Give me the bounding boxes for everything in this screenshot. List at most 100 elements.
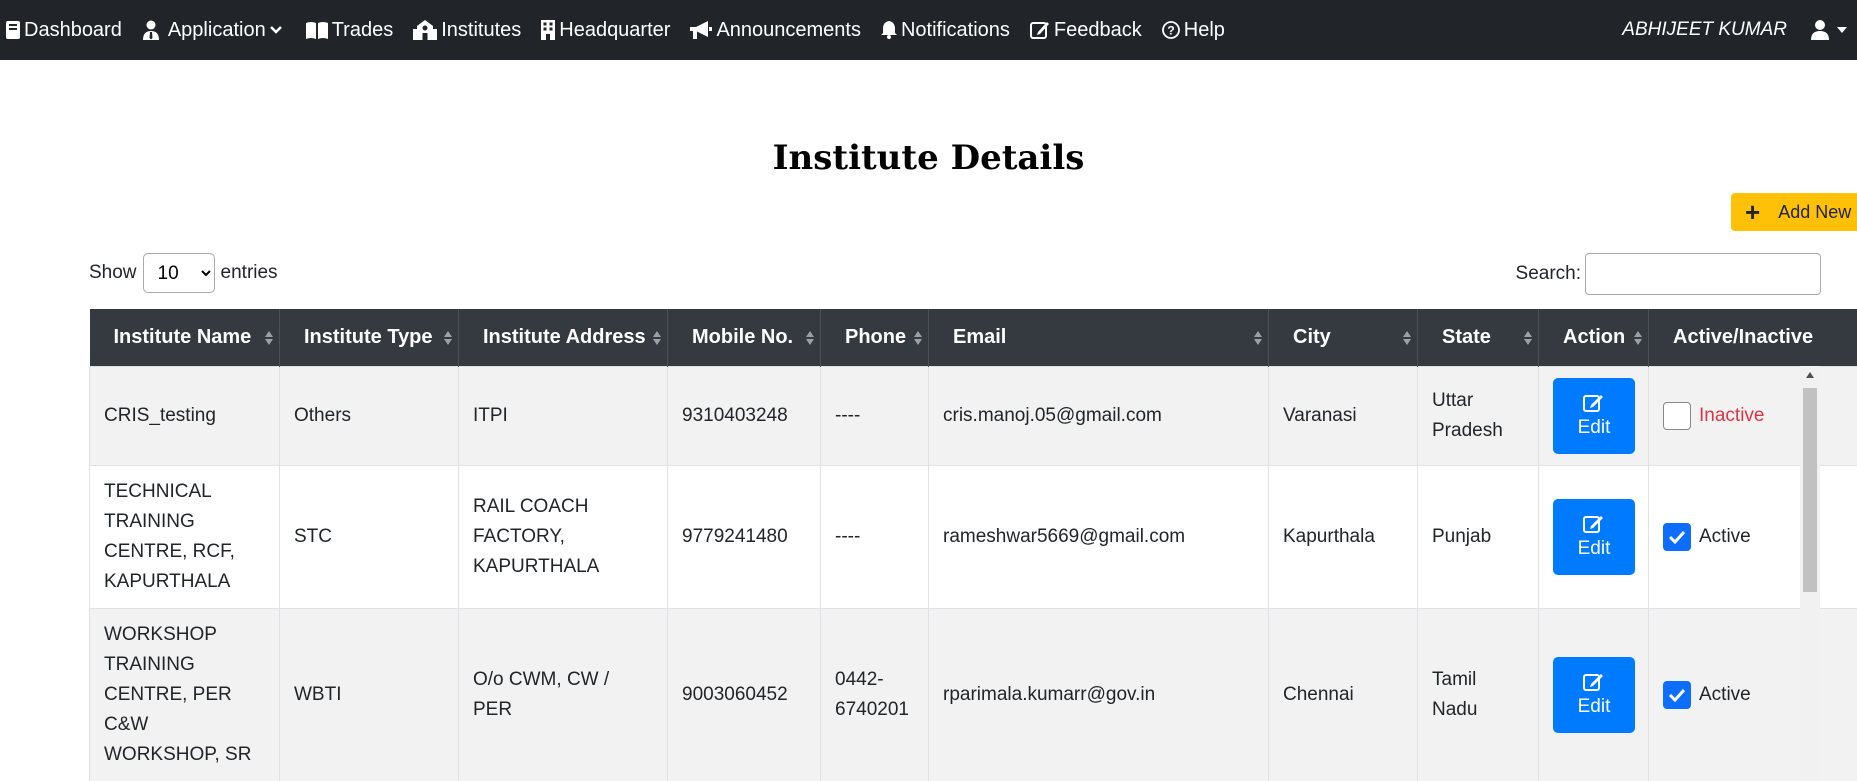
table-scrollbar[interactable] bbox=[1800, 366, 1820, 781]
col-state[interactable]: State bbox=[1417, 309, 1539, 367]
table-row: WORKSHOP TRAINING CENTRE, PER C&W WORKSH… bbox=[89, 608, 1857, 781]
nav-institutes[interactable]: Institutes bbox=[413, 19, 521, 42]
cell-action: Edit bbox=[1538, 608, 1649, 781]
nav-notifications[interactable]: Notifications bbox=[880, 19, 1010, 42]
add-new-button[interactable]: + Add New bbox=[1731, 193, 1857, 231]
caret-down-icon bbox=[1837, 27, 1847, 33]
col-city-label: City bbox=[1293, 326, 1331, 348]
institute-table-wrapper: Institute Name Institute Type Institute … bbox=[89, 309, 1857, 781]
col-phone[interactable]: Phone bbox=[820, 309, 929, 367]
edit-label: Edit bbox=[1577, 417, 1611, 438]
cell-institute-type: WBTI bbox=[279, 608, 459, 781]
cell-mobile: 9003060452 bbox=[667, 608, 821, 781]
cell-mobile: 9310403248 bbox=[667, 366, 821, 466]
svg-text:?: ? bbox=[1167, 24, 1174, 38]
cell-city: Chennai bbox=[1268, 608, 1418, 781]
cell-mobile: 9779241480 bbox=[667, 465, 821, 609]
cell-phone: 0442-6740201 bbox=[820, 608, 929, 781]
col-institute-name[interactable]: Institute Name bbox=[89, 309, 280, 367]
cell-institute-name: TECHNICAL TRAINING CENTRE, RCF, KAPURTHA… bbox=[89, 465, 280, 609]
scroll-up-arrow-icon[interactable] bbox=[1806, 372, 1814, 378]
cell-institute-address: RAIL COACH FACTORY, KAPURTHALA bbox=[458, 465, 668, 609]
book-open-icon bbox=[305, 22, 328, 39]
search-input[interactable] bbox=[1585, 253, 1821, 295]
nav-feedback[interactable]: Feedback bbox=[1029, 18, 1142, 42]
chevron-down-icon bbox=[269, 26, 282, 34]
col-state-label: State bbox=[1442, 326, 1491, 348]
col-institute-address[interactable]: Institute Address bbox=[458, 309, 668, 367]
user-tie-icon bbox=[142, 20, 159, 40]
col-institute-type[interactable]: Institute Type bbox=[279, 309, 459, 367]
active-checkbox[interactable] bbox=[1663, 523, 1691, 551]
cell-institute-address: O/o CWM, CW / PER bbox=[458, 608, 668, 781]
sort-icon bbox=[914, 330, 922, 345]
nav-trades-label: Trades bbox=[331, 18, 394, 41]
dashboard-icon bbox=[6, 21, 20, 39]
edit-button[interactable]: Edit bbox=[1553, 499, 1635, 575]
cell-city: Varanasi bbox=[1268, 366, 1418, 466]
status-label: Inactive bbox=[1699, 405, 1765, 426]
search-control: Search: bbox=[1516, 253, 1821, 295]
nav-trades[interactable]: Trades bbox=[305, 18, 394, 42]
cell-action: Edit bbox=[1538, 366, 1649, 466]
scroll-thumb[interactable] bbox=[1803, 388, 1817, 592]
status-label: Active bbox=[1699, 526, 1751, 547]
sort-icon bbox=[1634, 330, 1642, 345]
edit-icon bbox=[1583, 516, 1603, 533]
cell-action: Edit bbox=[1538, 465, 1649, 609]
nav-institutes-label: Institutes bbox=[441, 18, 522, 41]
col-mobile[interactable]: Mobile No. bbox=[667, 309, 821, 367]
check-icon bbox=[1668, 688, 1686, 702]
nav-help-label: Help bbox=[1183, 18, 1225, 41]
add-new-label: Add New bbox=[1778, 201, 1852, 222]
nav-help[interactable]: ? Help bbox=[1161, 18, 1225, 42]
sort-icon bbox=[806, 330, 814, 345]
page-length-select[interactable]: 10 bbox=[142, 253, 215, 293]
sort-icon bbox=[1524, 330, 1532, 345]
edit-button[interactable]: Edit bbox=[1553, 657, 1635, 733]
cell-state: Punjab bbox=[1417, 465, 1539, 609]
sort-icon bbox=[1254, 330, 1262, 345]
cell-active-inactive: Active bbox=[1648, 465, 1857, 609]
nav-feedback-label: Feedback bbox=[1053, 18, 1142, 41]
col-phone-label: Phone bbox=[845, 326, 907, 348]
question-circle-icon: ? bbox=[1161, 21, 1180, 39]
school-icon bbox=[413, 20, 438, 40]
col-active-inactive[interactable]: Active/Inactive bbox=[1648, 309, 1857, 367]
edit-label: Edit bbox=[1577, 538, 1611, 559]
nav-application-label: Application bbox=[167, 18, 266, 41]
sort-icon bbox=[1403, 330, 1411, 345]
user-dropdown-toggle[interactable] bbox=[1811, 20, 1847, 40]
active-checkbox[interactable] bbox=[1663, 681, 1691, 709]
col-email[interactable]: Email bbox=[928, 309, 1269, 367]
col-mobile-label: Mobile No. bbox=[692, 326, 794, 348]
col-city[interactable]: City bbox=[1268, 309, 1418, 367]
edit-icon bbox=[1029, 22, 1049, 39]
institute-table: Institute Name Institute Type Institute … bbox=[89, 309, 1857, 781]
active-checkbox[interactable] bbox=[1663, 402, 1691, 430]
cell-institute-type: STC bbox=[279, 465, 459, 609]
edit-icon bbox=[1583, 674, 1603, 691]
nav-application[interactable]: Application bbox=[142, 19, 286, 42]
nav-announcements[interactable]: Announcements bbox=[690, 19, 861, 42]
edit-button[interactable]: Edit bbox=[1553, 378, 1635, 454]
nav-headquarter[interactable]: Headquarter bbox=[541, 19, 670, 42]
cell-institute-name: WORKSHOP TRAINING CENTRE, PER C&W WORKSH… bbox=[89, 608, 280, 781]
building-icon bbox=[541, 20, 556, 40]
sort-icon bbox=[265, 330, 273, 345]
search-label: Search: bbox=[1515, 263, 1581, 284]
sort-icon bbox=[444, 330, 452, 345]
status-label: Active bbox=[1699, 684, 1751, 705]
cell-city: Kapurthala bbox=[1268, 465, 1418, 609]
cell-state: Uttar Pradesh bbox=[1417, 366, 1539, 466]
edit-label: Edit bbox=[1577, 696, 1611, 717]
page-title: Institute Details bbox=[772, 138, 1085, 178]
nav-dashboard[interactable]: Dashboard bbox=[6, 19, 122, 42]
table-header-row: Institute Name Institute Type Institute … bbox=[89, 309, 1857, 367]
col-action[interactable]: Action bbox=[1538, 309, 1649, 367]
col-institute-type-label: Institute Type bbox=[304, 326, 433, 348]
nav-headquarter-label: Headquarter bbox=[559, 18, 671, 41]
bell-icon bbox=[880, 21, 897, 39]
table-row: TECHNICAL TRAINING CENTRE, RCF, KAPURTHA… bbox=[89, 465, 1857, 609]
user-menu: ABHIJEET KUMAR bbox=[1622, 0, 1847, 60]
